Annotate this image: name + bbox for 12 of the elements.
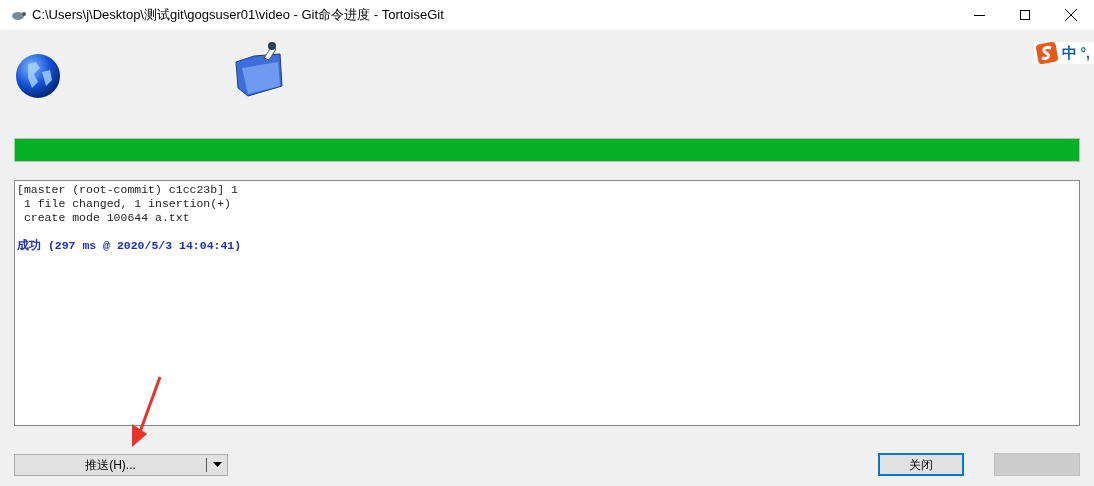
log-line: create mode 100644 a.txt: [22, 211, 191, 225]
globe-icon: [14, 52, 62, 100]
window-title: C:\Users\j\Desktop\测试git\gogsuser01\video - Git命令进度 - TortoiseGit: [32, 6, 444, 25]
push-split-button[interactable]: 推送(H)...: [14, 453, 228, 476]
log-line: 1 file changed, 1 insertion(+): [22, 197, 232, 211]
push-button[interactable]: 推送(H)...: [15, 454, 206, 475]
ime-mode[interactable]: 中: [1061, 41, 1077, 65]
log-line: 成功 (297 ms @ 2020/5/3 14:04:41): [17, 239, 243, 253]
folder-icon: [234, 40, 286, 98]
log-line: [master (root-commit) c1cc23b] 1: [17, 183, 239, 197]
ime-punctuation[interactable]: °,: [1080, 42, 1090, 64]
close-button[interactable]: 关闭: [878, 453, 964, 476]
